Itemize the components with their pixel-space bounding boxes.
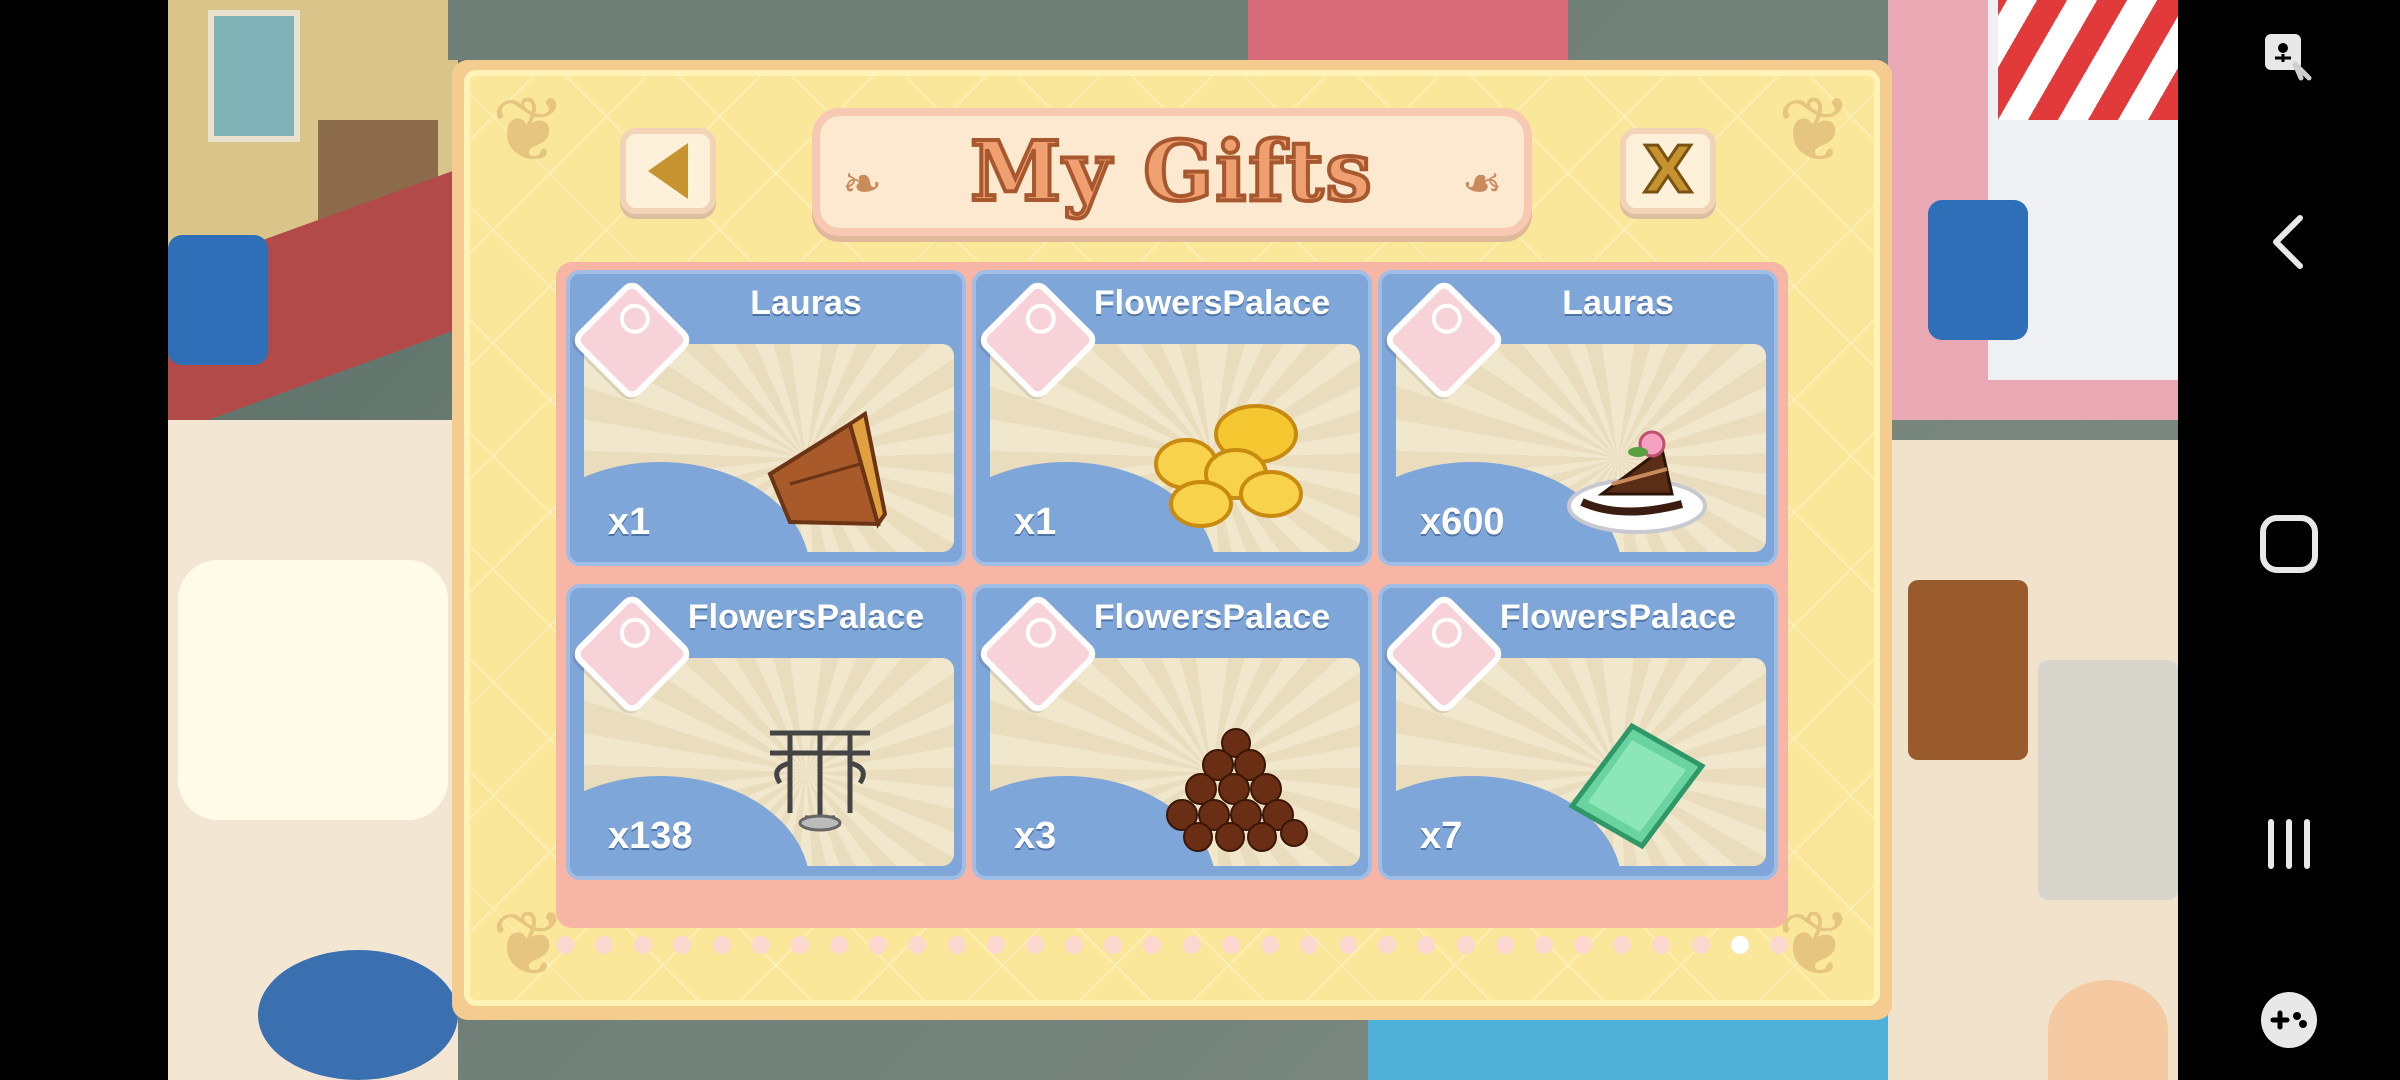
page-dot[interactable]: [1339, 936, 1358, 954]
character: [2048, 980, 2168, 1080]
my-gifts-dialog: ❦ ❦ ❦ ❦ ❧ My Gifts ❧ X Lauras x1 Flowers…: [452, 60, 1892, 1020]
pink-shop: [1248, 0, 1568, 60]
cabinet: [1908, 580, 2028, 760]
game-launcher-icon[interactable]: [2257, 990, 2321, 1050]
gift-quantity: x600: [1420, 501, 1505, 543]
recents-icon[interactable]: [2261, 816, 2317, 872]
awning: [1998, 0, 2178, 120]
page-dot[interactable]: [595, 936, 614, 954]
gift-sender: FlowersPalace: [1093, 598, 1331, 636]
gift-sender: FlowersPalace: [1093, 284, 1331, 322]
gift-sender: Lauras: [750, 284, 862, 322]
page-dot[interactable]: [790, 936, 809, 954]
page-dot[interactable]: [1769, 936, 1788, 954]
corner-ornament-icon: ❦: [1777, 78, 1853, 183]
gift-sender: FlowersPalace: [687, 598, 925, 636]
page-dot[interactable]: [1456, 936, 1475, 954]
gift-card[interactable]: Lauras x600: [1378, 270, 1778, 566]
page-dot[interactable]: [712, 936, 731, 954]
page-dot[interactable]: [1104, 936, 1123, 954]
page-dot[interactable]: [1574, 936, 1593, 954]
close-button[interactable]: X: [1620, 128, 1716, 214]
page-dot[interactable]: [830, 936, 849, 954]
gift-quantity: x3: [1014, 815, 1057, 857]
mailbox-left: [168, 235, 268, 365]
page-dot[interactable]: [908, 936, 927, 954]
gift-card[interactable]: FlowersPalace x3: [972, 584, 1372, 880]
mailbox-right: [1928, 200, 2028, 340]
page-dot[interactable]: [947, 936, 966, 954]
page-dot[interactable]: [1065, 936, 1084, 954]
banana-slices-icon: [1154, 404, 1303, 528]
page-dot[interactable]: [673, 936, 692, 954]
gift-quantity: x138: [608, 815, 693, 857]
page-dot[interactable]: [1691, 936, 1710, 954]
gift-quantity: x1: [608, 501, 651, 543]
street: [448, 0, 1308, 60]
flourish-icon: ❧: [842, 156, 883, 212]
page-dot[interactable]: [1652, 936, 1671, 954]
page-indicator: [556, 936, 1788, 962]
page-dot[interactable]: [1378, 936, 1397, 954]
page-dot[interactable]: [1143, 936, 1162, 954]
gift-sender: FlowersPalace: [1499, 598, 1737, 636]
corner-ornament-icon: ❦: [491, 78, 567, 183]
close-icon: X: [1642, 133, 1694, 210]
gift-card[interactable]: FlowersPalace x7: [1378, 584, 1778, 880]
page-dot[interactable]: [634, 936, 653, 954]
triangle-left-icon: [648, 143, 688, 199]
cafe-tables: [178, 560, 448, 820]
page-dot[interactable]: [986, 936, 1005, 954]
green-tile-icon: [1568, 722, 1706, 850]
system-navigation-bar: [2178, 0, 2400, 1080]
page-dot[interactable]: [1221, 936, 1240, 954]
gift-card[interactable]: FlowersPalace x1: [972, 270, 1372, 566]
home-icon[interactable]: [2257, 512, 2321, 576]
page-dot[interactable]: [1260, 936, 1279, 954]
page-dot[interactable]: [1613, 936, 1632, 954]
accessibility-icon[interactable]: [2261, 30, 2317, 86]
gift-card[interactable]: Lauras x1: [566, 270, 966, 566]
title-plaque: ❧ My Gifts ❧: [812, 108, 1532, 236]
page-dot[interactable]: [751, 936, 770, 954]
chocolate-balls-icon: [1166, 728, 1308, 852]
page-dot[interactable]: [1025, 936, 1044, 954]
page-dot[interactable]: [1417, 936, 1436, 954]
dialog-title: My Gifts: [968, 122, 1374, 222]
page-dot[interactable]: [869, 936, 888, 954]
gift-quantity: x1: [1014, 501, 1057, 543]
back-icon[interactable]: [2264, 212, 2314, 272]
iron-fence-piece-icon: [770, 730, 870, 832]
flourish-icon: ❧: [1461, 156, 1502, 212]
page-dot[interactable]: [1299, 936, 1318, 954]
page-dot[interactable]: [1730, 936, 1749, 954]
page-dot[interactable]: [556, 936, 574, 954]
gift-quantity: x7: [1420, 815, 1463, 857]
cake-slice-icon: [1567, 430, 1707, 534]
gift-grid: Lauras x1 FlowersPalace x1 Lauras x600 F…: [556, 262, 1788, 928]
window: [208, 10, 300, 142]
coffee-machine: [2038, 660, 2178, 900]
gift-sender: Lauras: [1562, 284, 1674, 322]
back-button[interactable]: [620, 128, 716, 214]
wooden-wedge-icon: [767, 410, 888, 529]
page-dot[interactable]: [1182, 936, 1201, 954]
page-dot[interactable]: [1495, 936, 1514, 954]
decor-rug: [258, 950, 458, 1080]
gift-card[interactable]: FlowersPalace x138: [566, 584, 966, 880]
page-dot[interactable]: [1534, 936, 1553, 954]
